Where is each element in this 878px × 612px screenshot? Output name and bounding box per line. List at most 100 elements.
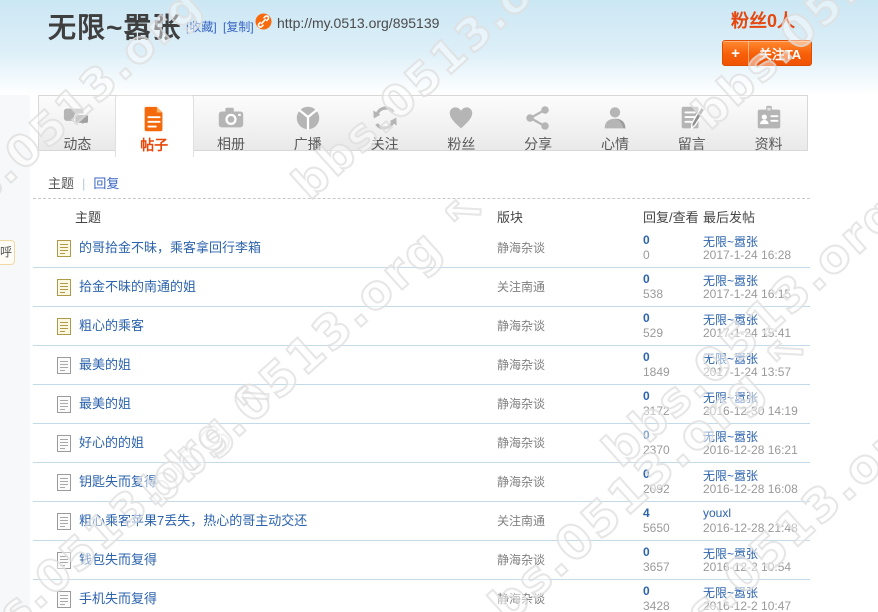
favorite-link[interactable]: [收藏] — [186, 20, 217, 34]
reply-count: 0 — [643, 233, 650, 247]
tab-share[interactable]: 分享 — [500, 96, 577, 150]
share-icon — [523, 103, 553, 133]
view-count: 3172 — [643, 404, 670, 418]
page-title: 无限~嚣张 — [48, 6, 181, 46]
last-post-time: 2016-12-2 10:54 — [703, 560, 791, 574]
side-call-tab[interactable]: 呼 — [0, 240, 15, 265]
reply-count: 0 — [643, 584, 650, 598]
table-row: 最美的姐 静海杂谈 0 3172 无限~嚣张 2016-12-30 14:19 — [33, 385, 810, 424]
profile-tabbar: 动态 帖子 相册 广播 关注 粉丝 分享 心情 留言 资料 — [38, 95, 808, 151]
last-post-time: 2017-1-24 16:28 — [703, 248, 791, 262]
forum-link[interactable]: 静海杂谈 — [497, 424, 545, 462]
topic-title-link[interactable]: 拾金不昧的南通的姐 — [79, 268, 196, 306]
last-post-time: 2017-1-24 13:57 — [703, 365, 791, 379]
topic-document-icon — [57, 318, 71, 335]
tab-document[interactable]: 帖子 — [115, 95, 194, 157]
tab-broadcast[interactable]: 广播 — [269, 96, 346, 150]
tab-id-card[interactable]: 资料 — [730, 96, 807, 150]
reply-count: 4 — [643, 506, 650, 520]
last-post-time: 2016-12-28 16:21 — [703, 443, 798, 457]
subnav-topics[interactable]: 主题 — [48, 176, 74, 191]
reply-count: 0 — [643, 389, 650, 403]
side-call-tab-label: 呼 — [0, 245, 12, 259]
topic-title-link[interactable]: 好心的的姐 — [79, 424, 144, 462]
copy-link[interactable]: [复制] — [223, 20, 254, 34]
last-post-time: 2016-12-28 21:48 — [703, 521, 798, 535]
topic-title-link[interactable]: 钱包失而复得 — [79, 541, 157, 579]
forum-link[interactable]: 静海杂谈 — [497, 229, 545, 267]
reply-count: 0 — [643, 272, 650, 286]
forum-link[interactable]: 关注南通 — [497, 268, 545, 306]
topic-title-link[interactable]: 钥匙失而复得 — [79, 463, 157, 501]
view-count: 2092 — [643, 482, 670, 496]
tab-label: 分享 — [500, 134, 577, 154]
forum-link[interactable]: 静海杂谈 — [497, 307, 545, 345]
heart-icon — [446, 103, 476, 133]
chain-link-icon — [255, 13, 272, 30]
forum-link[interactable]: 静海杂谈 — [497, 385, 545, 423]
tab-heart[interactable]: 粉丝 — [423, 96, 500, 150]
table-row: 手机失而复得 静海杂谈 0 3428 无限~嚣张 2016-12-2 10:47 — [33, 580, 810, 612]
reply-count: 0 — [643, 350, 650, 364]
reply-count: 0 — [643, 545, 650, 559]
tab-label: 相册 — [193, 134, 270, 154]
last-post-time: 2017-1-24 16:15 — [703, 287, 791, 301]
table-row: 钱包失而复得 静海杂谈 0 3657 无限~嚣张 2016-12-2 10:54 — [33, 541, 810, 580]
profile-page: 无限~嚣张 [收藏] [复制] http://my.0513.org/89513… — [0, 0, 878, 612]
table-row: 粗心的乘客 静海杂谈 0 529 无限~嚣张 2017-1-24 15:41 — [33, 307, 810, 346]
column-header-reply-view: 回复/查看 — [643, 207, 699, 226]
topic-title-link[interactable]: 最美的姐 — [79, 346, 131, 384]
topic-document-icon — [57, 552, 71, 569]
tab-message[interactable]: 留言 — [653, 96, 730, 150]
tab-label: 资料 — [730, 134, 807, 154]
topic-title-link[interactable]: 粗心的乘客 — [79, 307, 144, 345]
subnav-replies[interactable]: 回复 — [93, 176, 119, 191]
broadcast-icon — [293, 103, 323, 133]
tab-label: 粉丝 — [423, 134, 500, 154]
column-header-forum: 版块 — [497, 207, 523, 226]
last-post-time: 2017-1-24 15:41 — [703, 326, 791, 340]
table-row: 最美的姐 静海杂谈 0 1849 无限~嚣张 2017-1-24 13:57 — [33, 346, 810, 385]
last-post-time: 2016-12-30 14:19 — [703, 404, 798, 418]
forum-link[interactable]: 静海杂谈 — [497, 463, 545, 501]
topic-document-icon — [57, 279, 71, 296]
forum-link[interactable]: 关注南通 — [497, 502, 545, 540]
plus-icon: + — [723, 41, 749, 65]
last-poster-link[interactable]: youxl — [703, 506, 731, 520]
topic-document-icon — [57, 396, 71, 413]
view-count: 1849 — [643, 365, 670, 379]
topic-title-link[interactable]: 最美的姐 — [79, 385, 131, 423]
last-post-time: 2016-12-2 10:47 — [703, 599, 791, 612]
follow-button[interactable]: + 关注TA — [722, 40, 812, 66]
topic-list: 的哥拾金不昧，乘客拿回行李箱 静海杂谈 0 0 无限~嚣张 2017-1-24 … — [33, 229, 810, 612]
table-header-row: 主题 版块 回复/查看 最后发帖 — [33, 207, 810, 229]
left-page-margin — [0, 95, 30, 612]
person-icon — [600, 103, 630, 133]
topic-document-icon — [57, 513, 71, 530]
tab-person[interactable]: 心情 — [577, 96, 654, 150]
fans-count-label: 粉丝0人 — [731, 7, 795, 33]
subnav: 主题|回复 — [48, 173, 119, 192]
topic-title-link[interactable]: 手机失而复得 — [79, 580, 157, 612]
topic-title-link[interactable]: 的哥拾金不昧，乘客拿回行李箱 — [79, 229, 261, 267]
table-row: 拾金不昧的南通的姐 关注南通 0 538 无限~嚣张 2017-1-24 16:… — [33, 268, 810, 307]
tab-refresh[interactable]: 关注 — [346, 96, 423, 150]
tab-camera[interactable]: 相册 — [193, 96, 270, 150]
table-row: 的哥拾金不昧，乘客拿回行李箱 静海杂谈 0 0 无限~嚣张 2017-1-24 … — [33, 229, 810, 268]
forum-link[interactable]: 静海杂谈 — [497, 541, 545, 579]
column-header-last-post: 最后发帖 — [703, 207, 755, 226]
forum-link[interactable]: 静海杂谈 — [497, 580, 545, 612]
message-icon — [677, 103, 707, 133]
tab-chat-bubbles[interactable]: 动态 — [39, 96, 116, 150]
tab-label: 帖子 — [116, 135, 193, 155]
column-header-topic: 主题 — [75, 207, 101, 226]
view-count: 3428 — [643, 599, 670, 612]
dashed-divider — [33, 198, 810, 199]
view-count: 2370 — [643, 443, 670, 457]
forum-link[interactable]: 静海杂谈 — [497, 346, 545, 384]
topic-title-link[interactable]: 粗心乘客苹果7丢失，热心的哥主动交还 — [79, 502, 307, 540]
header-links: [收藏] [复制] — [186, 18, 257, 35]
id-card-icon — [754, 103, 784, 133]
view-count: 529 — [643, 326, 663, 340]
topic-document-icon — [57, 474, 71, 491]
